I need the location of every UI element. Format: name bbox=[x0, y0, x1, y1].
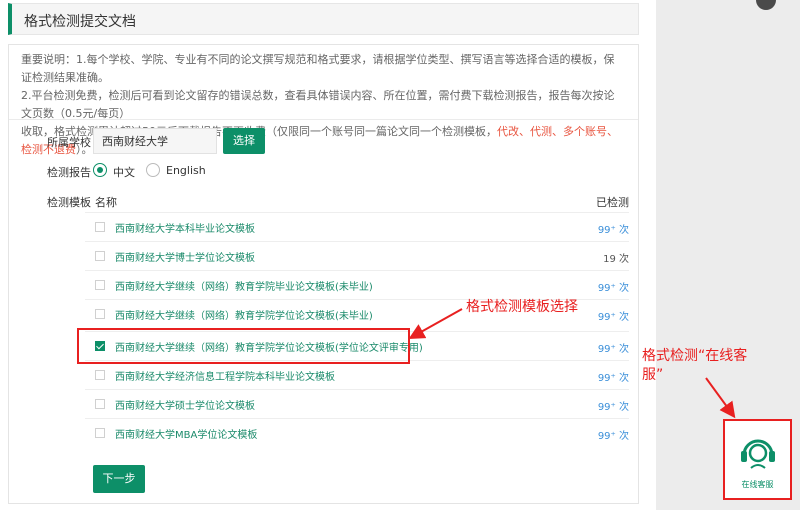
annotation-template-select: 格式检测模板选择 bbox=[466, 299, 578, 315]
annotation-arrows bbox=[408, 308, 736, 419]
online-service-widget[interactable]: 在线客服 bbox=[723, 419, 792, 500]
annotation-arrow-template bbox=[408, 308, 463, 339]
annotation-service-line-1: 格式检测“在线客 bbox=[642, 348, 748, 364]
annotation-service-line-2: 服” bbox=[642, 367, 664, 383]
online-service-label: 在线客服 bbox=[741, 480, 774, 489]
headset-agent-icon bbox=[741, 439, 775, 469]
annotation-arrow-service bbox=[705, 377, 736, 419]
